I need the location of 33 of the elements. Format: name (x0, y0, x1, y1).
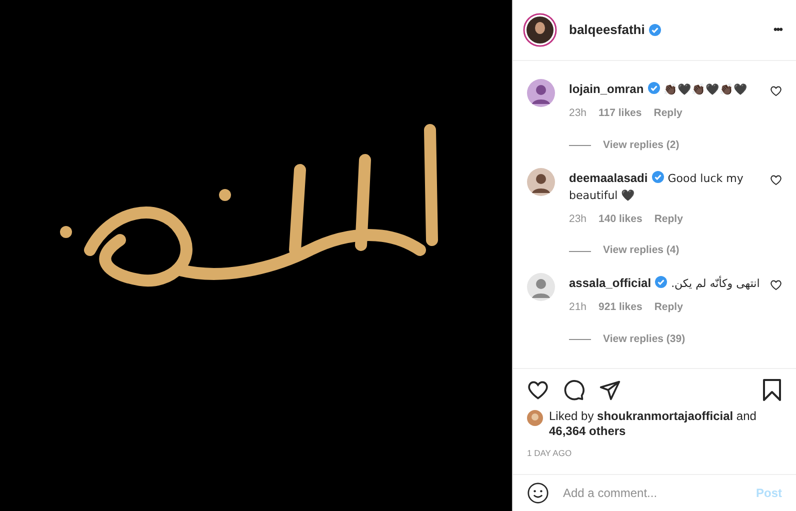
like-icon[interactable] (527, 379, 549, 401)
comment-username[interactable]: deemaalasadi (569, 170, 648, 184)
avatar-icon[interactable] (527, 79, 555, 107)
comment-likes[interactable]: 117 likes (598, 106, 642, 122)
like-comment-icon[interactable] (770, 279, 782, 291)
view-replies-button[interactable]: View replies (4) (603, 243, 680, 259)
view-replies-button[interactable]: View replies (39) (603, 332, 686, 348)
reply-button[interactable]: Reply (654, 212, 683, 228)
more-options-button[interactable]: ••• (769, 22, 786, 38)
username-link[interactable]: balqeesfathi (569, 20, 645, 40)
comment-text: deemaalasadi Good luck my beautiful 🖤 (569, 170, 744, 204)
like-comment-icon[interactable] (770, 174, 782, 186)
comment-likes[interactable]: 921 likes (598, 300, 642, 316)
comment-time[interactable]: 23h (569, 212, 587, 228)
like-comment-icon[interactable] (770, 85, 782, 97)
comment-time[interactable]: 21h (569, 300, 587, 316)
bookmark-icon[interactable] (762, 379, 782, 401)
post-time[interactable]: 1 DAY AGO (527, 447, 782, 460)
liker-avatar-icon (527, 410, 543, 426)
emoji-icon[interactable] (527, 482, 549, 504)
avatar-icon[interactable] (523, 13, 557, 47)
share-icon[interactable] (599, 379, 621, 401)
reply-button[interactable]: Reply (654, 106, 682, 122)
comment-time[interactable]: 23h (569, 106, 587, 122)
comment-username[interactable]: assala_official (569, 276, 652, 290)
likes-summary: Liked by shoukranmortajaofficial and 46,364 others (549, 409, 758, 439)
avatar-icon[interactable] (527, 168, 555, 196)
comment-username[interactable]: lojain_omran (569, 82, 644, 96)
comment-text: lojain_omran 👏🏿🖤👏🏿🖤👏🏿🖤 (569, 81, 749, 98)
comment-icon[interactable] (563, 379, 585, 401)
comment-likes[interactable]: 140 likes (598, 212, 642, 228)
reply-button[interactable]: Reply (654, 300, 683, 316)
view-replies-button[interactable]: View replies (2) (603, 138, 680, 154)
